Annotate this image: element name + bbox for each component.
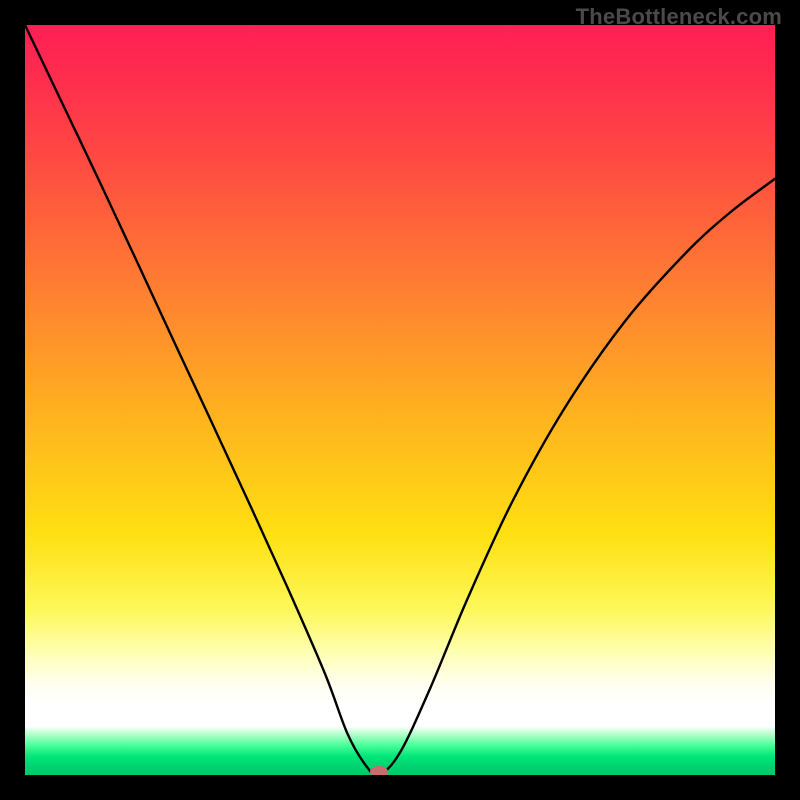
plot-area [25,25,775,775]
chart-frame: TheBottleneck.com [0,0,800,800]
bottleneck-curve [25,25,775,775]
curve-layer [25,25,775,775]
optimal-point-marker [370,766,388,775]
watermark-text: TheBottleneck.com [576,4,782,30]
